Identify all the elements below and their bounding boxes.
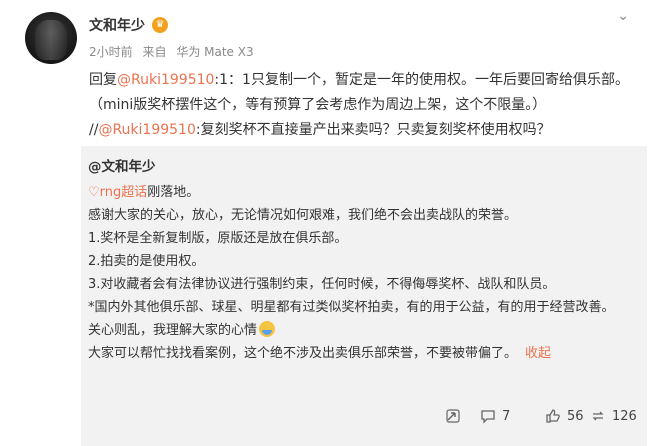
quoted-line: 3.对收藏者会有法律协议进行强制约束，任何时候，不得侮辱奖杯、战队和队员。: [88, 277, 556, 292]
reply-prefix: 回复: [89, 72, 117, 88]
source-prefix: 来自: [142, 45, 167, 59]
quoted-line: *国内外其他俱乐部、球星、明星都有过类似奖杯拍卖，有的用于公益，有的用于经营改善…: [88, 300, 615, 315]
share-icon: [446, 409, 460, 423]
avatar[interactable]: [25, 12, 77, 64]
post-time: 2小时前: [89, 45, 133, 59]
hug-emoji-icon: [259, 321, 276, 337]
quoted-last-line: 大家可以帮忙找找看案例，这个绝不涉及出卖俱乐部荣誉，不要被带偏了。 收起: [88, 342, 633, 365]
mention-link-2[interactable]: @Ruki199510: [98, 122, 195, 138]
super-topic-link[interactable]: rng超话: [100, 185, 148, 200]
topic-suffix: 刚落地。: [147, 185, 200, 200]
username[interactable]: 文和年少: [89, 15, 145, 35]
repost-count: 126: [612, 408, 637, 424]
quoted-line-text: 大家可以帮忙找找看案例，这个绝不涉及出卖俱乐部荣誉，不要被带偏了。: [88, 346, 518, 361]
topic-line: ♡rng超话刚落地。: [88, 181, 633, 204]
quoted-line: 2.拍卖的是使用权。: [88, 254, 205, 269]
quoted-author[interactable]: @文和年少: [88, 156, 633, 179]
comment-count: 7: [502, 408, 511, 424]
mention-link[interactable]: @Ruki199510: [117, 72, 214, 88]
quoted-line: 1.奖杯是全新复制版，原版还是放在俱乐部。: [88, 231, 348, 246]
source-device: 华为 Mate X3: [176, 45, 254, 59]
quoted-post-content: @文和年少 ♡rng超话刚落地。 感谢大家的关心，放心，无论情况如何艰难，我们绝…: [88, 156, 633, 365]
quoted-line-text: 关心则乱，我理解大家的心情: [88, 323, 258, 338]
quoted-line-emoji: 关心则乱，我理解大家的心情: [88, 319, 633, 342]
share-button[interactable]: [445, 408, 467, 424]
repost-button[interactable]: 126: [590, 408, 637, 424]
comment-body-2: :复刻奖杯不直接量产出来卖吗？只卖复刻奖杯使用权吗？: [195, 122, 551, 138]
crown-icon: ♛: [152, 17, 168, 33]
like-button[interactable]: 56: [545, 408, 584, 424]
repost-icon: [592, 411, 604, 421]
super-topic-icon: ♡: [88, 185, 100, 200]
collapse-link[interactable]: 收起: [525, 346, 551, 361]
quoted-line: 感谢大家的关心，放心，无论情况如何艰难，我们绝不会出卖战队的荣誉。: [88, 208, 518, 223]
comment-button[interactable]: 7: [480, 408, 510, 424]
comment-icon: [481, 410, 495, 424]
action-bar: 7 56 126: [0, 406, 651, 430]
comment-text: 回复@Ruki199510:1：1只复制一个，暂定是一年的使用权。一年后要回寄给…: [89, 68, 629, 143]
like-count: 56: [567, 408, 584, 424]
more-options-icon[interactable]: ⌄: [617, 8, 629, 24]
post-meta: 2小时前 来自 华为 Mate X3: [89, 43, 260, 60]
thumbs-up-icon: [546, 409, 560, 423]
